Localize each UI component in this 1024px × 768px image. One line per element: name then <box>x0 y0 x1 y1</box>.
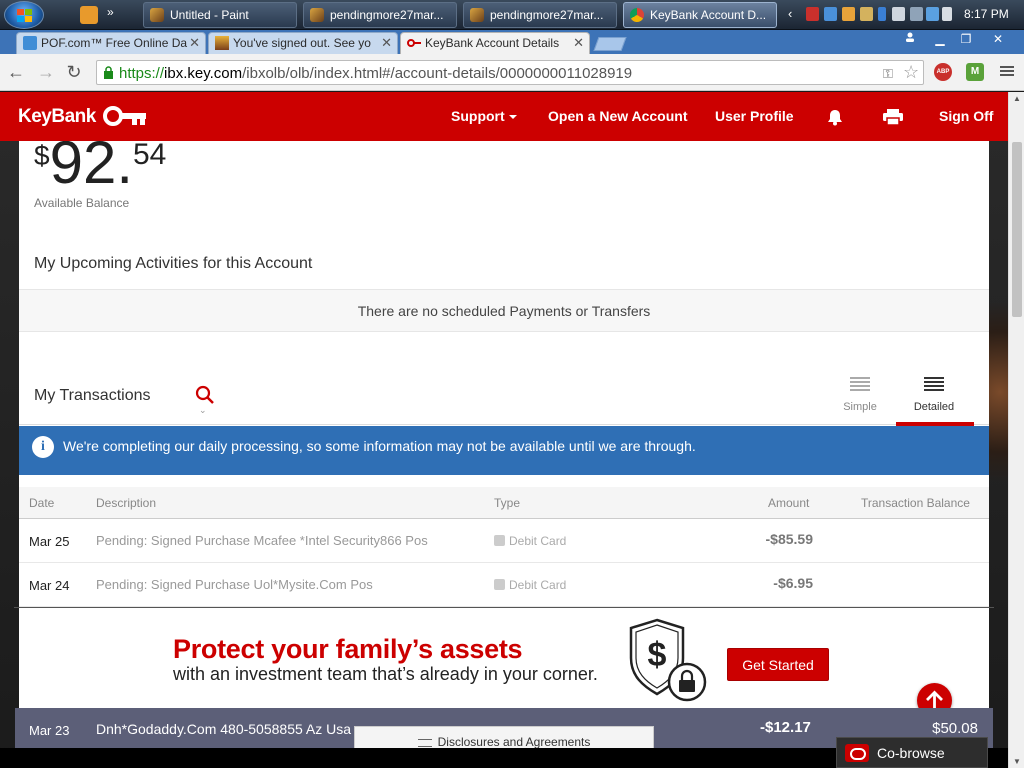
search-icon[interactable] <box>195 385 215 405</box>
bookmark-star-icon[interactable]: ☆ <box>903 62 919 83</box>
view-simple-button[interactable]: Simple <box>830 375 890 413</box>
browser-tab-strip: POF.com™ Free Online Da ✕ You've signed … <box>0 30 1024 54</box>
paint-icon <box>470 8 484 22</box>
tray-bluetooth-icon[interactable] <box>878 7 886 21</box>
tray-app-icon[interactable] <box>842 7 855 21</box>
profile-icon[interactable] <box>896 31 924 47</box>
taskbar-task-pendingmore-1[interactable]: pendingmore27mar... <box>303 2 457 28</box>
taskbar-task-paint[interactable]: Untitled - Paint <box>143 2 297 28</box>
extension-m-icon[interactable]: M <box>966 63 984 81</box>
chrome-icon <box>630 8 644 22</box>
url-text: https://ibx.key.com/ibxolb/olb/index.htm… <box>119 65 633 82</box>
keybank-key-icon <box>407 36 421 50</box>
paint-icon <box>310 8 324 22</box>
back-arrow-icon[interactable]: ← <box>6 62 26 82</box>
keybank-key-icon <box>103 106 146 126</box>
scroll-up-arrow-icon[interactable]: ▲ <box>1013 94 1021 103</box>
tray-app-icon[interactable] <box>910 7 923 21</box>
site-favicon-icon <box>215 36 229 50</box>
quicklaunch-chevron-icon[interactable]: » <box>107 5 114 19</box>
tray-volume-icon[interactable] <box>942 7 952 21</box>
debit-card-icon <box>494 535 505 546</box>
tray-app-icon[interactable] <box>806 7 819 21</box>
taskbar-task-pendingmore-2[interactable]: pendingmore27mar... <box>463 2 617 28</box>
chrome-menu-icon[interactable] <box>1000 64 1014 78</box>
saved-password-key-icon[interactable]: ⚿ <box>883 66 895 81</box>
close-tab-icon[interactable]: ✕ <box>573 33 584 53</box>
restore-window-icon[interactable]: ❐ <box>952 31 980 47</box>
windows-taskbar: » Untitled - Paint pendingmore27mar... p… <box>0 0 1024 30</box>
pof-fish-icon <box>23 36 37 50</box>
printer-icon[interactable] <box>882 108 904 126</box>
caret-down-icon <box>508 115 517 120</box>
tray-app-icon[interactable] <box>824 7 837 21</box>
lock-icon <box>104 66 113 79</box>
windows-start-button[interactable] <box>4 1 44 29</box>
cobrowse-icon <box>845 744 869 762</box>
upcoming-activities-title: My Upcoming Activities for this Account <box>34 255 313 272</box>
keybank-logo[interactable]: KeyBank <box>18 106 96 128</box>
column-header-date[interactable]: Date <box>29 496 54 510</box>
debit-card-icon <box>494 579 505 590</box>
table-row[interactable]: Mar 24 Pending: Signed Purchase Uol*Mysi… <box>19 563 989 607</box>
nav-open-new-account[interactable]: Open a New Account <box>548 108 688 124</box>
available-balance-label: Available Balance <box>34 196 130 210</box>
scroll-down-arrow-icon[interactable]: ▼ <box>1013 757 1021 766</box>
tray-app-icon[interactable] <box>892 7 905 21</box>
close-window-icon[interactable]: ✕ <box>984 31 1012 47</box>
promo-headline: Protect your family’s assets <box>173 634 523 664</box>
minimize-window-icon[interactable]: ▁ <box>926 31 954 47</box>
detailed-list-icon <box>924 377 944 397</box>
address-bar[interactable]: https://ibx.key.com/ibxolb/olb/index.htm… <box>96 60 924 85</box>
no-scheduled-message: There are no scheduled Payments or Trans… <box>19 289 989 332</box>
new-tab-button[interactable] <box>593 37 627 51</box>
promo-subline: with an investment team that’s already i… <box>173 664 598 684</box>
column-header-transaction-balance[interactable]: Transaction Balance <box>861 496 970 510</box>
info-icon: i <box>32 436 54 458</box>
media-player-icon[interactable] <box>80 6 98 24</box>
view-detailed-button[interactable]: Detailed <box>904 375 964 413</box>
close-tab-icon[interactable]: ✕ <box>189 33 200 53</box>
table-row[interactable]: Mar 25 Pending: Signed Purchase Mcafee *… <box>19 519 989 563</box>
column-header-type[interactable]: Type <box>494 496 520 510</box>
nav-support[interactable]: Support <box>451 108 517 124</box>
disclosures-tab[interactable]: Disclosures and Agreements <box>354 726 654 748</box>
column-header-amount[interactable]: Amount <box>768 496 809 510</box>
page-scrollbar[interactable]: ▲ ▼ <box>1008 92 1024 768</box>
get-started-button[interactable]: Get Started <box>727 648 829 681</box>
scrollbar-thumb[interactable] <box>1012 142 1022 317</box>
promo-banner: Protect your family’s assets with an inv… <box>19 608 989 708</box>
cobrowse-button[interactable]: Co-browse <box>836 737 988 768</box>
tab-keybank[interactable]: KeyBank Account Details ✕ <box>400 32 590 54</box>
browser-toolbar: ← → ↻ https://ibx.key.com/ibxolb/olb/ind… <box>0 54 1024 91</box>
svg-text:$: $ <box>648 636 667 674</box>
transactions-divider <box>19 424 989 425</box>
tab-signed-out[interactable]: You've signed out. See yo ✕ <box>208 32 398 54</box>
taskbar-clock[interactable]: 8:17 PM <box>964 7 1009 21</box>
nav-user-profile[interactable]: User Profile <box>715 108 794 124</box>
bell-icon[interactable] <box>826 108 844 126</box>
my-transactions-title: My Transactions <box>34 387 151 404</box>
keybank-header: KeyBank Support Open a New Account User … <box>0 92 1008 141</box>
windows-logo-icon <box>17 9 33 23</box>
reload-icon[interactable]: ↻ <box>64 62 84 82</box>
tray-app-icon[interactable] <box>860 7 873 21</box>
processing-notice: i We're completing our daily processing,… <box>19 426 989 475</box>
chevron-down-icon[interactable]: ⌄ <box>199 405 207 416</box>
tab-pof[interactable]: POF.com™ Free Online Da ✕ <box>16 32 206 54</box>
tray-network-icon[interactable] <box>926 7 939 21</box>
simple-list-icon <box>850 377 870 397</box>
close-tab-icon[interactable]: ✕ <box>381 33 392 53</box>
forward-arrow-icon[interactable]: → <box>36 62 56 82</box>
shield-dollar-lock-icon: $ <box>629 618 707 702</box>
system-tray: ‹ <box>786 0 956 30</box>
nav-sign-off[interactable]: Sign Off <box>939 108 993 124</box>
transactions-table-header: Date Description Type Amount Transaction… <box>19 487 989 519</box>
column-header-description[interactable]: Description <box>96 496 156 510</box>
menu-lines-icon <box>417 738 432 747</box>
tray-expand-icon[interactable]: ‹ <box>788 6 792 21</box>
taskbar-task-chrome[interactable]: KeyBank Account D... <box>623 2 777 28</box>
adblock-extension-icon[interactable]: ABP <box>934 63 952 81</box>
paint-icon <box>150 8 164 22</box>
